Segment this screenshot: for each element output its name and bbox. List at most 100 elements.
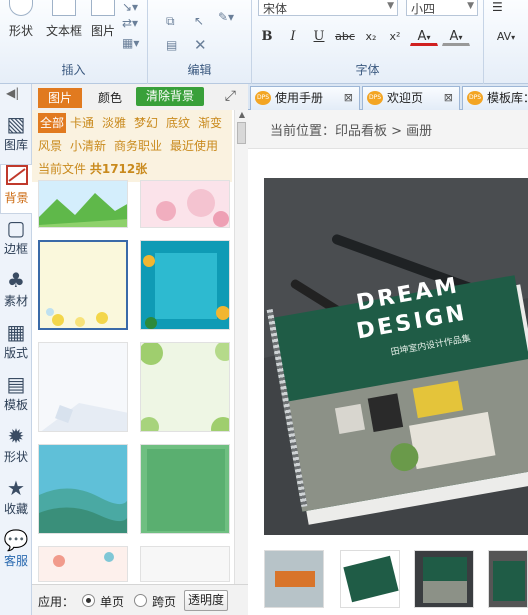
shape-button[interactable]: 形状	[4, 0, 38, 39]
transparency-button[interactable]: 透明度	[184, 590, 228, 611]
category-texture[interactable]: 底纹	[166, 113, 190, 133]
textbox-button[interactable]: 文本框	[42, 0, 86, 39]
expand-icon[interactable]: ⤢	[225, 88, 236, 104]
category-gradient[interactable]: 渐变	[198, 113, 222, 133]
select-icon[interactable]: ↖	[194, 14, 204, 28]
category-elegant[interactable]: 淡雅	[102, 113, 126, 133]
align-icon[interactable]: ☰	[492, 0, 503, 14]
tab-welcome[interactable]: DPS 欢迎页 ⊠	[362, 86, 460, 110]
font-size-select[interactable]: 小四 ▼	[406, 0, 478, 16]
sidenav-item-template[interactable]: ▤ 模板	[0, 372, 32, 422]
category-fresh[interactable]: 小清新	[70, 136, 106, 156]
collapse-panel-icon[interactable]: ◀|	[6, 86, 19, 100]
apply-label: 应用：	[38, 595, 75, 609]
sidenav-item-favorites[interactable]: ★ 收藏	[0, 476, 32, 526]
category-filter: 全部 卡通 淡雅 梦幻 底纹 渐变 风景 小清新 商务职业 最近使用 当前文件 …	[32, 110, 232, 182]
highlight-button[interactable]: A▾	[442, 26, 470, 46]
thumbnail-strip-item[interactable]	[264, 550, 324, 608]
italic-button[interactable]: I	[282, 26, 304, 46]
document-tabs: ◀ DPS 使用手册 ⊠ DPS 欢迎页 ⊠ DPS 模板库：	[248, 84, 528, 110]
sidenav-item-gallery[interactable]: ▧ 图库	[0, 112, 32, 162]
insert-group: 形状 文本框 图片 ↘▾ ⇄▾ ▦▾ 插入	[0, 0, 148, 84]
group-dropdown-icon[interactable]: ▦▾	[122, 36, 139, 50]
border-icon: ▢	[6, 216, 26, 240]
arrange-dropdown-icon[interactable]: ⇄▾	[122, 16, 138, 30]
side-nav: ◀| ▧ 图库 背景 ▢ 边框 ♣ 素材 ▦ 版式 ▤ 模板 ✹ 形状 ★ 收藏…	[0, 84, 32, 615]
superscript-button[interactable]: x²	[384, 26, 406, 46]
tab-color[interactable]: 颜色	[88, 88, 132, 108]
background-thumb[interactable]	[38, 180, 128, 228]
edit-group: ⧉ ↖ ✎▾ ▤ ✕ 编辑	[148, 0, 252, 84]
dps-file-icon: DPS	[367, 91, 383, 105]
main-content: 当前位置：印品看板 > 画册 DREAM DESIGN 田坤室内设计作品集	[248, 110, 528, 615]
scroll-up-icon[interactable]: ▲	[235, 110, 249, 120]
panel-tabs: 图片 颜色 清除背景 ⤢	[32, 84, 248, 110]
single-page-radio[interactable]	[82, 594, 95, 607]
background-thumb[interactable]	[38, 342, 128, 432]
background-thumb[interactable]	[140, 546, 230, 582]
category-business[interactable]: 商务职业	[114, 136, 162, 156]
background-thumb[interactable]	[140, 342, 230, 432]
close-icon[interactable]: ⊠	[344, 87, 353, 109]
thumbnail-strip-item[interactable]	[414, 550, 474, 608]
tab-user-manual[interactable]: DPS 使用手册 ⊠	[250, 86, 360, 110]
sidenav-item-background[interactable]: 背景	[0, 164, 32, 214]
copy-icon[interactable]: ⧉	[166, 14, 175, 29]
template-icon: ▤	[6, 372, 26, 396]
chevron-down-icon: ▼	[467, 1, 474, 11]
char-spacing-button[interactable]: AV▾	[488, 26, 524, 46]
album-preview-image: DREAM DESIGN 田坤室内设计作品集	[264, 178, 528, 535]
edit-group-label: 编辑	[187, 63, 212, 77]
sidenav-item-service[interactable]: 💬 客服	[0, 528, 32, 578]
category-cartoon[interactable]: 卡通	[70, 113, 94, 133]
background-panel: 图片 颜色 清除背景 ⤢ 全部 卡通 淡雅 梦幻 底纹 渐变 风景 小清新 商务…	[32, 84, 248, 615]
background-thumb[interactable]	[140, 180, 230, 228]
shape-icon	[9, 0, 33, 16]
sidenav-item-layout[interactable]: ▦ 版式	[0, 320, 32, 370]
scroll-thumb[interactable]	[237, 122, 246, 144]
image-button[interactable]: 图片	[86, 0, 120, 39]
clear-background-button[interactable]: 清除背景	[136, 87, 204, 106]
layout-icon: ▦	[6, 320, 26, 344]
line-dropdown-icon[interactable]: ↘▾	[122, 0, 138, 14]
textbox-icon	[52, 0, 76, 16]
sidenav-item-shape[interactable]: ✹ 形状	[0, 424, 32, 474]
bold-button[interactable]: B	[256, 26, 278, 46]
spread-page-radio[interactable]	[134, 594, 147, 607]
font-family-select[interactable]: 宋体 ▼	[258, 0, 398, 16]
sidenav-item-material[interactable]: ♣ 素材	[0, 268, 32, 318]
chevron-down-icon: ▼	[387, 1, 394, 11]
delete-icon[interactable]: ✕	[194, 36, 207, 54]
tab-template-library[interactable]: DPS 模板库：	[462, 86, 528, 110]
dps-file-icon: DPS	[255, 91, 271, 105]
background-thumb[interactable]	[140, 444, 230, 534]
spread-page-label: 跨页	[152, 595, 177, 609]
background-thumb[interactable]	[140, 240, 230, 330]
close-icon[interactable]: ⊠	[444, 87, 453, 109]
category-scenery[interactable]: 风景	[38, 136, 62, 156]
insert-group-label: 插入	[61, 63, 86, 77]
panel-scrollbar[interactable]: ▲	[234, 110, 248, 590]
background-icon	[1, 165, 32, 189]
font-color-button[interactable]: A▾	[410, 26, 438, 46]
format-painter-icon[interactable]: ✎▾	[218, 10, 234, 24]
file-count: 当前文件 共1712张	[38, 162, 148, 176]
font-group: 宋体 ▼ 小四 ▼ B I U abc x₂ x² A▾ A▾ 字体	[252, 0, 484, 84]
single-page-label: 单页	[100, 595, 125, 609]
paste-icon[interactable]: ▤	[166, 38, 177, 52]
thumbnail-strip-item[interactable]	[488, 550, 528, 608]
underline-button[interactable]: U	[308, 26, 330, 46]
thumbnail-strip-item[interactable]	[340, 550, 400, 608]
sidenav-item-border[interactable]: ▢ 边框	[0, 216, 32, 266]
category-all[interactable]: 全部	[38, 113, 67, 133]
dps-file-icon: DPS	[467, 91, 483, 105]
strikethrough-button[interactable]: abc	[332, 26, 358, 46]
app-window: { "ribbon": { "insert_group": { "label":…	[0, 0, 528, 615]
subscript-button[interactable]: x₂	[360, 26, 382, 46]
category-recent[interactable]: 最近使用	[170, 136, 218, 156]
category-dreamy[interactable]: 梦幻	[134, 113, 158, 133]
background-thumb[interactable]	[38, 546, 128, 582]
background-thumb-selected[interactable]	[38, 240, 128, 330]
background-thumb[interactable]	[38, 444, 128, 534]
tab-image[interactable]: 图片	[38, 88, 82, 108]
